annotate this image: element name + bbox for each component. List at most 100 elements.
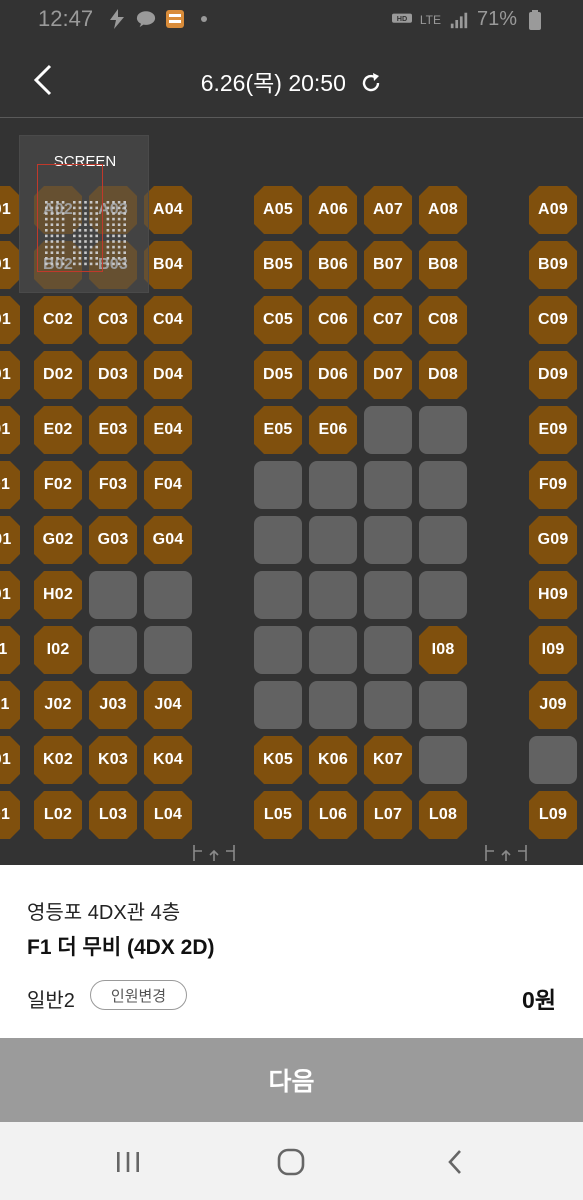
seat-A06[interactable]: A06 — [309, 186, 357, 234]
seat-E06[interactable]: E06 — [309, 406, 357, 454]
seat-L08[interactable]: L08 — [419, 791, 467, 839]
seat-D02[interactable]: D02 — [34, 351, 82, 399]
seat-J09[interactable]: J09 — [529, 681, 577, 729]
seat-J01[interactable]: J01 — [0, 681, 20, 729]
seat-J03[interactable]: J03 — [89, 681, 137, 729]
seat-G02[interactable]: G02 — [34, 516, 82, 564]
seat-E03[interactable]: E03 — [89, 406, 137, 454]
seat-G04[interactable]: G04 — [144, 516, 192, 564]
seat-F04[interactable]: F04 — [144, 461, 192, 509]
seat-D08[interactable]: D08 — [419, 351, 467, 399]
seat-C02[interactable]: C02 — [34, 296, 82, 344]
seat-D04[interactable]: D04 — [144, 351, 192, 399]
seat-K07[interactable]: K07 — [364, 736, 412, 784]
minimap-dot — [61, 240, 65, 243]
seat-B04[interactable]: B04 — [144, 241, 192, 289]
minimap-dot — [89, 234, 93, 238]
seat-D09[interactable]: D09 — [529, 351, 577, 399]
seat-D07[interactable]: D07 — [364, 351, 412, 399]
seat-K05[interactable]: K05 — [254, 736, 302, 784]
seat-G01[interactable]: G01 — [0, 516, 20, 564]
seat-I01[interactable]: I01 — [0, 626, 20, 674]
seat-C03[interactable]: C03 — [89, 296, 137, 344]
seat-L01[interactable]: L01 — [0, 791, 20, 839]
seat-F01[interactable]: F01 — [0, 461, 20, 509]
seat-F09[interactable]: F09 — [529, 461, 577, 509]
seat-B07[interactable]: B07 — [364, 241, 412, 289]
minimap-dot — [56, 229, 59, 232]
seat-G03[interactable]: G03 — [89, 516, 137, 564]
minimap-dot — [117, 201, 121, 204]
minimap-dot — [95, 257, 98, 260]
minimap-dot — [50, 262, 54, 266]
seat-C09[interactable]: C09 — [529, 296, 577, 344]
seat-C05[interactable]: C05 — [254, 296, 302, 344]
seat-A07[interactable]: A07 — [364, 186, 412, 234]
seat-H01[interactable]: H01 — [0, 571, 20, 619]
seat-E05[interactable]: E05 — [254, 406, 302, 454]
seat-G09[interactable]: G09 — [529, 516, 577, 564]
seat-H09[interactable]: H09 — [529, 571, 577, 619]
seat-L05[interactable]: L05 — [254, 791, 302, 839]
seat-B09[interactable]: B09 — [529, 241, 577, 289]
seat-E08 — [419, 406, 467, 454]
minimap-dot — [56, 234, 59, 238]
seat-C04[interactable]: C04 — [144, 296, 192, 344]
seat-K06[interactable]: K06 — [309, 736, 357, 784]
seat-H02[interactable]: H02 — [34, 571, 82, 619]
seat-I02[interactable]: I02 — [34, 626, 82, 674]
seat-A04[interactable]: A04 — [144, 186, 192, 234]
seat-C07[interactable]: C07 — [364, 296, 412, 344]
minimap-dot — [73, 245, 76, 249]
seat-map[interactable]: A01A02A03A04A05A06A07A08A09B01B02B03B04B… — [0, 119, 583, 865]
minimap-dot — [89, 229, 93, 232]
seat-A08[interactable]: A08 — [419, 186, 467, 234]
seat-C01[interactable]: C01 — [0, 296, 20, 344]
system-back-button[interactable] — [435, 1144, 475, 1180]
seat-L06[interactable]: L06 — [309, 791, 357, 839]
seat-A01[interactable]: A01 — [0, 186, 20, 234]
seat-J04[interactable]: J04 — [144, 681, 192, 729]
recent-apps-button[interactable] — [108, 1144, 148, 1180]
minimap-dot — [106, 234, 110, 238]
seat-L04[interactable]: L04 — [144, 791, 192, 839]
seat-C06[interactable]: C06 — [309, 296, 357, 344]
theater-name: 영등포 4DX관 4층 — [27, 902, 181, 924]
refresh-icon[interactable] — [360, 72, 382, 94]
change-people-button[interactable]: 인원변경 — [90, 980, 187, 1010]
seat-K04[interactable]: K04 — [144, 736, 192, 784]
seat-K03[interactable]: K03 — [89, 736, 137, 784]
recent-apps-icon — [117, 1152, 139, 1172]
seat-E01[interactable]: E01 — [0, 406, 20, 454]
flash-icon — [107, 9, 127, 29]
home-button[interactable] — [271, 1144, 311, 1180]
seat-I09[interactable]: I09 — [529, 626, 577, 674]
next-button[interactable]: 다음 — [0, 1038, 583, 1122]
seat-I08[interactable]: I08 — [419, 626, 467, 674]
seat-L02[interactable]: L02 — [34, 791, 82, 839]
seat-B05[interactable]: B05 — [254, 241, 302, 289]
seat-E02[interactable]: E02 — [34, 406, 82, 454]
seat-C08[interactable]: C08 — [419, 296, 467, 344]
seat-D05[interactable]: D05 — [254, 351, 302, 399]
seat-B01[interactable]: B01 — [0, 241, 20, 289]
seat-D03[interactable]: D03 — [89, 351, 137, 399]
seat-K01[interactable]: K01 — [0, 736, 20, 784]
seat-L03[interactable]: L03 — [89, 791, 137, 839]
seat-J02[interactable]: J02 — [34, 681, 82, 729]
seat-L07[interactable]: L07 — [364, 791, 412, 839]
seat-B08[interactable]: B08 — [419, 241, 467, 289]
seat-B06[interactable]: B06 — [309, 241, 357, 289]
seat-F03[interactable]: F03 — [89, 461, 137, 509]
seat-L09[interactable]: L09 — [529, 791, 577, 839]
minimap-dot — [112, 251, 115, 254]
mini-map[interactable]: SCREEN — [19, 135, 149, 293]
seat-K02[interactable]: K02 — [34, 736, 82, 784]
seat-A09[interactable]: A09 — [529, 186, 577, 234]
seat-D06[interactable]: D06 — [309, 351, 357, 399]
seat-E09[interactable]: E09 — [529, 406, 577, 454]
seat-F02[interactable]: F02 — [34, 461, 82, 509]
seat-E04[interactable]: E04 — [144, 406, 192, 454]
seat-D01[interactable]: D01 — [0, 351, 20, 399]
seat-A05[interactable]: A05 — [254, 186, 302, 234]
